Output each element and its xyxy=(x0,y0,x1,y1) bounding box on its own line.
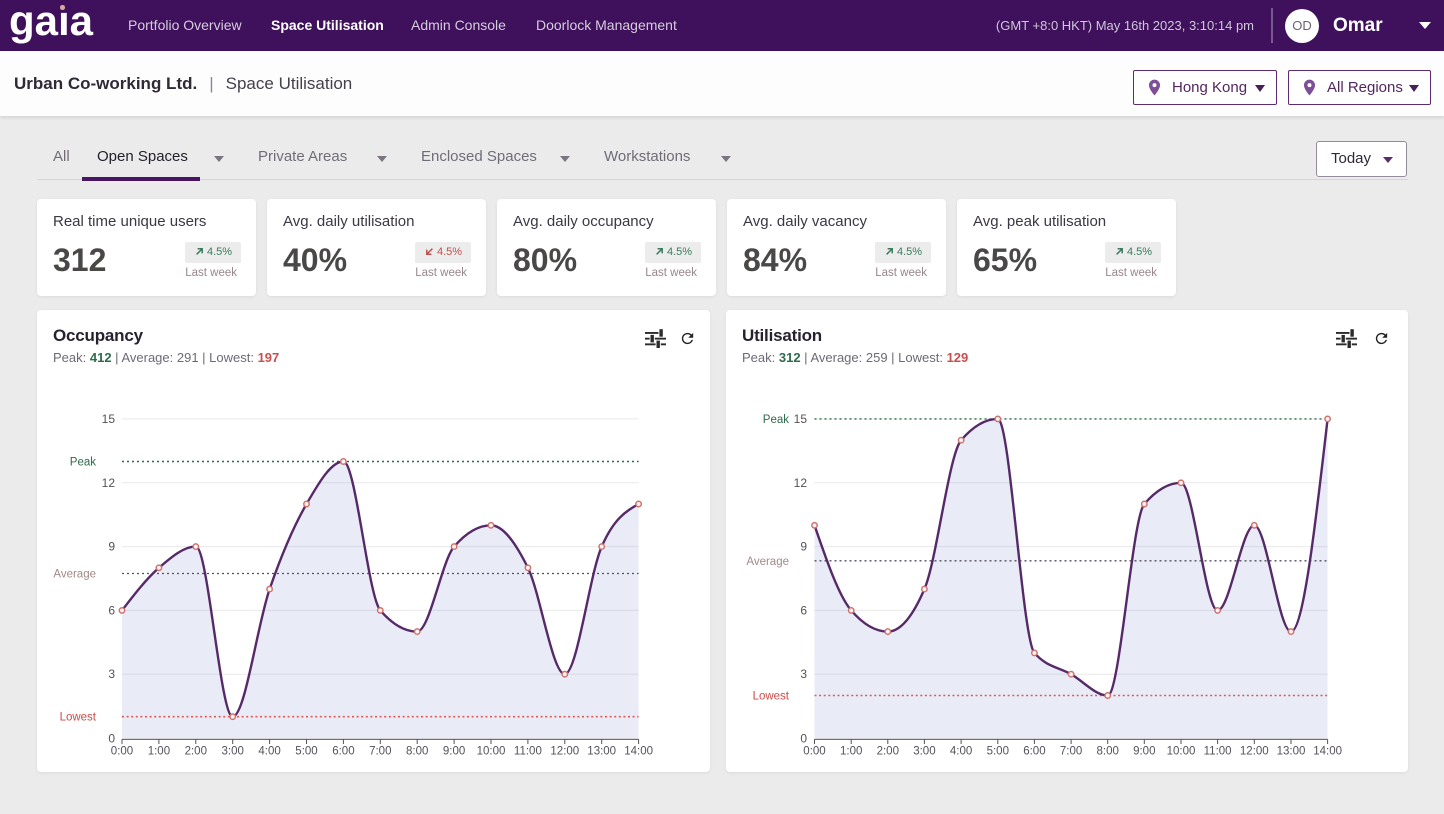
svg-text:2:00: 2:00 xyxy=(877,746,899,758)
svg-text:13:00: 13:00 xyxy=(1277,746,1306,758)
svg-text:9:00: 9:00 xyxy=(443,746,465,758)
svg-text:1:00: 1:00 xyxy=(148,746,170,758)
svg-text:Peak: Peak xyxy=(70,457,96,469)
svg-text:12: 12 xyxy=(794,476,808,490)
svg-text:1:00: 1:00 xyxy=(840,746,862,758)
svg-text:6: 6 xyxy=(108,603,115,617)
svg-text:10:00: 10:00 xyxy=(477,746,506,758)
svg-text:3:00: 3:00 xyxy=(222,746,244,758)
svg-text:11:00: 11:00 xyxy=(1204,746,1232,758)
svg-text:10:00: 10:00 xyxy=(1167,746,1196,758)
svg-text:Peak: Peak xyxy=(763,414,789,426)
svg-text:13:00: 13:00 xyxy=(587,746,616,758)
svg-text:3:00: 3:00 xyxy=(913,746,935,758)
svg-text:4:00: 4:00 xyxy=(258,746,280,758)
svg-text:0: 0 xyxy=(800,732,807,746)
svg-text:14:00: 14:00 xyxy=(1313,746,1342,758)
svg-text:5:00: 5:00 xyxy=(295,746,317,758)
svg-text:4:00: 4:00 xyxy=(950,746,972,758)
svg-text:12: 12 xyxy=(102,476,116,490)
svg-text:7:00: 7:00 xyxy=(1060,746,1082,758)
svg-text:5:00: 5:00 xyxy=(987,746,1009,758)
svg-text:0:00: 0:00 xyxy=(111,746,133,758)
svg-text:12:00: 12:00 xyxy=(550,746,579,758)
svg-text:9: 9 xyxy=(800,540,807,554)
svg-text:6:00: 6:00 xyxy=(332,746,354,758)
svg-text:3: 3 xyxy=(108,667,115,681)
svg-text:0: 0 xyxy=(108,732,115,746)
svg-text:Lowest: Lowest xyxy=(753,691,790,703)
svg-text:Average: Average xyxy=(746,556,789,568)
svg-text:9: 9 xyxy=(108,540,115,554)
svg-text:2:00: 2:00 xyxy=(185,746,207,758)
svg-text:14:00: 14:00 xyxy=(624,746,653,758)
svg-text:6: 6 xyxy=(800,603,807,617)
svg-text:Average: Average xyxy=(53,569,96,581)
svg-text:Lowest: Lowest xyxy=(60,712,97,724)
svg-text:3: 3 xyxy=(800,667,807,681)
svg-text:7:00: 7:00 xyxy=(369,746,391,758)
svg-text:11:00: 11:00 xyxy=(514,746,542,758)
svg-text:8:00: 8:00 xyxy=(1097,746,1119,758)
svg-text:8:00: 8:00 xyxy=(406,746,428,758)
svg-text:6:00: 6:00 xyxy=(1023,746,1045,758)
svg-text:15: 15 xyxy=(794,412,808,426)
svg-text:9:00: 9:00 xyxy=(1133,746,1155,758)
svg-text:15: 15 xyxy=(102,412,116,426)
svg-text:12:00: 12:00 xyxy=(1240,746,1269,758)
svg-text:0:00: 0:00 xyxy=(803,746,825,758)
